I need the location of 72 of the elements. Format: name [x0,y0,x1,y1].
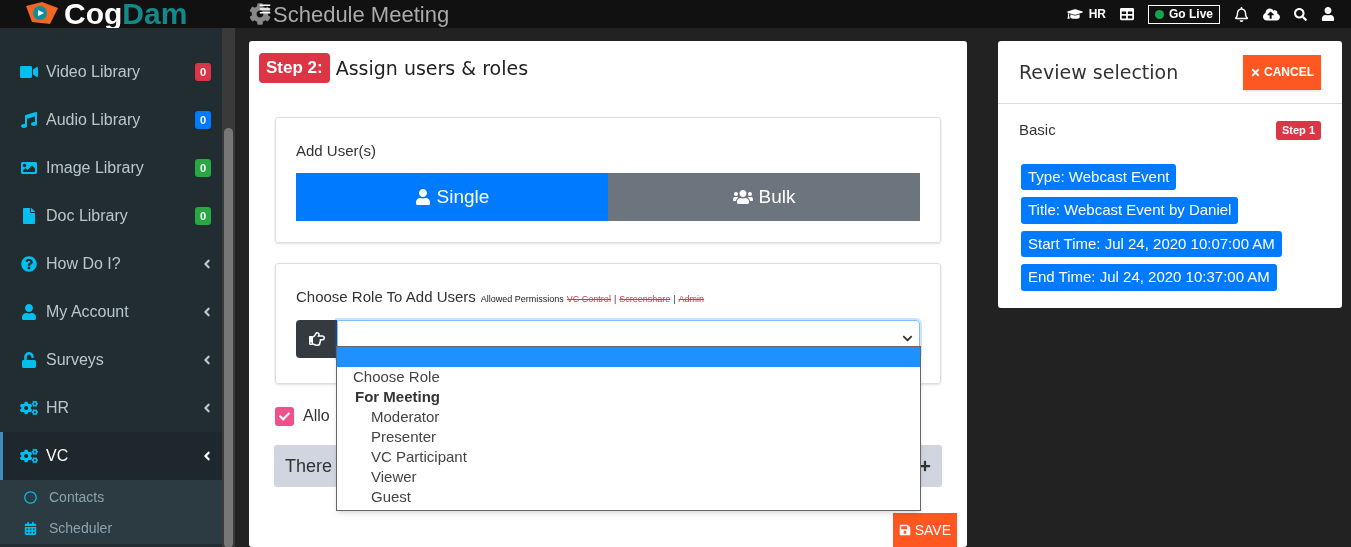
dropdown-option[interactable]: Presenter [337,427,920,447]
sidebar-item[interactable]: VC [0,432,222,480]
dropdown-option[interactable]: Viewer [337,467,920,487]
go-live-button[interactable]: Go Live [1148,4,1220,24]
menu-icon [20,112,38,128]
user-icon [414,189,431,205]
sidebar-item[interactable]: Audio Library 0 [0,96,222,144]
settings-icon[interactable] [249,3,271,25]
field-label: Add User(s) [296,140,378,161]
checkbox-label: Allo [303,406,330,426]
save-icon [898,524,911,536]
separator: | [673,293,676,306]
selection-tag: Start Time: Jul 24, 2020 10:07:00 AM [1021,230,1282,257]
selection-tag: Title: Webcast Event by Daniel [1021,197,1239,224]
calendar-icon[interactable] [1120,7,1134,21]
permission-tag: Screenshare [619,293,671,307]
logo-icon [24,2,60,26]
hr-link[interactable]: HR [1088,5,1106,23]
submenu-item[interactable]: Contacts [0,482,222,513]
count-badge: 0 [194,110,211,130]
sidebar-item[interactable]: How Do I? [0,240,222,288]
dropdown-option[interactable]: Choose Role [337,367,920,387]
sidebar-item[interactable]: Image Library 0 [0,144,222,192]
menu-icon [20,448,38,464]
mode-tab[interactable]: Single [296,173,608,221]
submenu-item[interactable]: Scheduler [0,513,222,544]
dropdown-option[interactable]: Guest [337,487,920,507]
menu-icon [20,160,38,176]
selection-tag: Type: Webcast Event [1021,163,1177,190]
count-badge: 0 [194,158,211,178]
sidebar-item[interactable]: Video Library 0 [0,48,222,96]
menu-icon [20,208,38,224]
checkbox[interactable] [275,406,294,426]
section-heading: Assign users & roles [335,55,529,81]
graduation-cap-icon[interactable] [1066,6,1083,22]
menu-icon [20,304,38,320]
user-icon[interactable] [1321,7,1335,21]
menu-icon [20,400,38,416]
count-badge: 0 [194,62,211,82]
option-group: For Meeting [337,387,920,407]
mode-tab[interactable]: Bulk [608,173,920,221]
page-title: Schedule Meeting [273,0,450,29]
permission-tag: VC Control [566,293,611,307]
sidebar-item[interactable]: Doc Library 0 [0,192,222,240]
chevron-down-icon [902,333,913,344]
dropdown-option[interactable]: VC Participant [337,447,920,467]
bell-icon[interactable] [1234,6,1249,22]
step-badge: Step 1 [1276,121,1321,140]
submenu-icon [24,491,37,504]
notice-text: There [285,454,333,478]
check-icon [279,410,290,422]
selection-tag: End Time: Jul 24, 2020 10:37:00 AM [1021,264,1277,291]
permission-tag: Admin [678,293,705,307]
menu-icon [20,64,38,80]
logo-text: CogDam [64,0,188,29]
dropdown-option[interactable]: Moderator [337,407,920,427]
close-icon [1250,66,1261,78]
separator: | [613,293,617,306]
sidebar-item[interactable]: HR [0,384,222,432]
count-badge: 0 [194,206,211,226]
field-label: Choose Role To Add Users [296,287,476,307]
users-icon [732,187,753,207]
submenu-icon [24,522,37,535]
menu-icon [20,352,38,368]
sidebar-item[interactable]: My Account [0,288,222,336]
menu-icon [20,256,38,272]
sidebar-item[interactable]: Surveys [0,336,222,384]
section-label: Basic [1019,120,1056,140]
step-badge: Step 2: [259,53,330,83]
review-title: Review selection [1019,59,1179,85]
permissions-label: Allowed Permissions [480,293,564,306]
search-icon[interactable] [1294,7,1307,21]
